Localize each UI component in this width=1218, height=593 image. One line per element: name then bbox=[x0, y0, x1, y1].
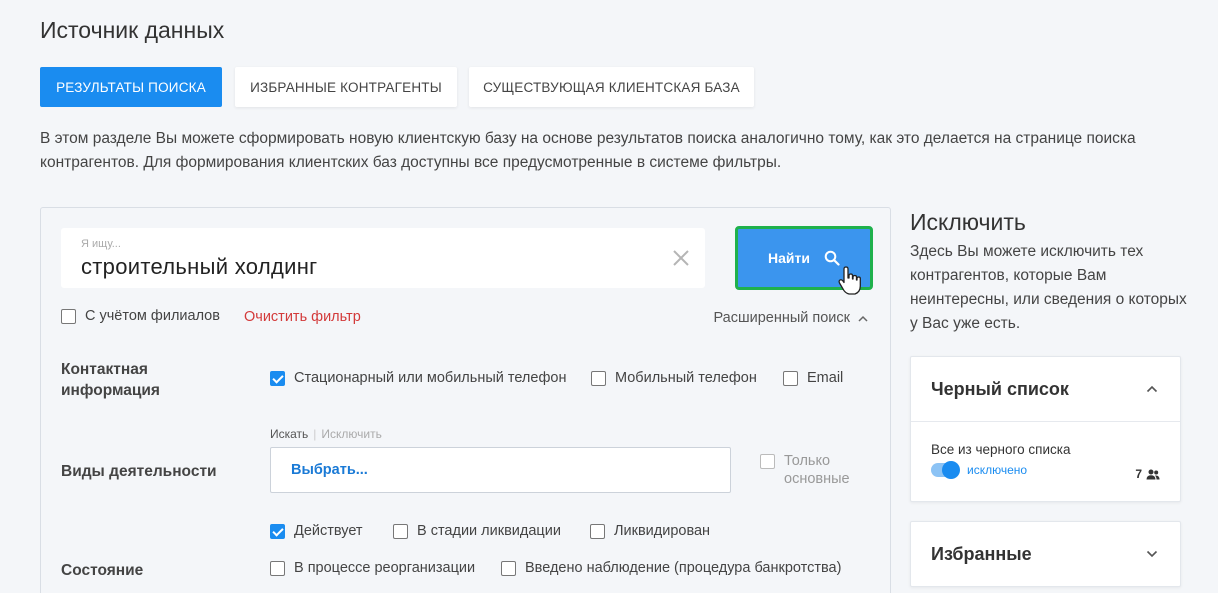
phone-checkbox[interactable] bbox=[270, 370, 285, 386]
branches-label: С учётом филиалов bbox=[85, 308, 220, 324]
favorites-card: Избранные bbox=[910, 521, 1181, 587]
exclude-description: Здесь Вы можете исключить тех контрагент… bbox=[910, 243, 1187, 332]
activities-select[interactable]: Выбрать... bbox=[270, 447, 731, 493]
search-input[interactable]: строительный холдинг bbox=[81, 254, 317, 280]
active-checkbox[interactable] bbox=[270, 523, 285, 539]
tab-search-results[interactable]: РЕЗУЛЬТАТЫ ПОИСКА bbox=[40, 67, 222, 107]
contact-info-label: Контактная информация bbox=[61, 361, 160, 399]
advanced-search-toggle[interactable]: Расширенный поиск bbox=[713, 310, 868, 326]
status-option-active[interactable]: Действует bbox=[270, 523, 363, 539]
contact-option-phone[interactable]: Стационарный или мобильный телефон bbox=[270, 370, 566, 386]
blacklist-toggle-label: исключено bbox=[967, 463, 1028, 477]
blacklist-body: Все из черного списка исключено 7 bbox=[911, 421, 1180, 501]
only-main-checkbox[interactable] bbox=[760, 454, 775, 469]
users-icon bbox=[1146, 469, 1160, 479]
liquidation-checkbox[interactable] bbox=[393, 523, 408, 539]
search-box[interactable]: Я ищу... строительный холдинг bbox=[61, 228, 705, 288]
favorites-header[interactable]: Избранные bbox=[911, 522, 1180, 586]
phone-label: Стационарный или мобильный телефон bbox=[294, 370, 567, 386]
mobile-checkbox[interactable] bbox=[591, 370, 606, 386]
blacklist-toggle[interactable] bbox=[931, 461, 960, 479]
status-option-liquidated[interactable]: Ликвидирован bbox=[590, 523, 710, 539]
only-main-option[interactable]: Только основные bbox=[760, 452, 864, 488]
contact-option-mobile[interactable]: Мобильный телефон bbox=[591, 370, 757, 386]
blacklist-card: Черный список Все из черного списка искл… bbox=[910, 356, 1181, 502]
activities-mode-switch: Искать | Исключить bbox=[270, 427, 382, 441]
only-main-label: Только основные bbox=[784, 453, 850, 487]
blacklist-header[interactable]: Черный список bbox=[911, 357, 1180, 421]
bankruptcy-label: Введено наблюдение (процедура банкротств… bbox=[525, 560, 842, 576]
find-button-label: Найти bbox=[768, 250, 810, 266]
close-icon[interactable] bbox=[669, 246, 693, 270]
status-option-bankruptcy[interactable]: Введено наблюдение (процедура банкротств… bbox=[501, 560, 841, 576]
blacklist-count: 7 bbox=[1135, 467, 1160, 481]
reorganization-label: В процессе реорганизации bbox=[294, 560, 476, 576]
liquidated-checkbox[interactable] bbox=[590, 523, 605, 539]
intro-text: В этом разделе Вы можете сформировать но… bbox=[40, 130, 1136, 171]
liquidated-label: Ликвидирован bbox=[614, 523, 711, 539]
status-label: Состояние bbox=[61, 562, 144, 579]
chevron-down-icon bbox=[1146, 550, 1158, 558]
tab-favorite-contractors[interactable]: ИЗБРАННЫЕ КОНТРАГЕНТЫ bbox=[235, 67, 457, 107]
reorganization-checkbox[interactable] bbox=[270, 560, 285, 576]
hand-cursor-icon bbox=[838, 266, 861, 295]
status-option-reorganization[interactable]: В процессе реорганизации bbox=[270, 560, 475, 576]
advanced-search-label: Расширенный поиск bbox=[713, 310, 850, 326]
clear-filter-link[interactable]: Очистить фильтр bbox=[244, 309, 361, 325]
email-label: Email bbox=[807, 370, 844, 386]
mobile-label: Мобильный телефон bbox=[615, 370, 757, 386]
liquidation-label: В стадии ликвидации bbox=[417, 523, 561, 539]
favorites-title: Избранные bbox=[931, 543, 1032, 564]
branches-option[interactable]: С учётом филиалов bbox=[61, 308, 220, 324]
bankruptcy-checkbox[interactable] bbox=[501, 560, 516, 576]
contact-option-email[interactable]: Email bbox=[783, 370, 843, 386]
mode-exclude[interactable]: Исключить bbox=[321, 427, 381, 441]
activities-label: Виды деятельности bbox=[61, 463, 217, 480]
status-option-liquidation[interactable]: В стадии ликвидации bbox=[393, 523, 561, 539]
tab-existing-client-base[interactable]: СУЩЕСТВУЮЩАЯ КЛИЕНТСКАЯ БАЗА bbox=[469, 67, 754, 107]
exclude-title: Исключить bbox=[910, 209, 1026, 235]
search-panel: Я ищу... строительный холдинг Найти С уч… bbox=[40, 207, 891, 593]
email-checkbox[interactable] bbox=[783, 370, 798, 386]
search-icon bbox=[824, 250, 840, 266]
chevron-up-icon bbox=[858, 315, 868, 322]
chevron-up-icon bbox=[1146, 385, 1158, 393]
blacklist-title: Черный список bbox=[931, 378, 1069, 399]
blacklist-count-value: 7 bbox=[1135, 467, 1142, 481]
page-title: Источник данных bbox=[40, 17, 225, 43]
branches-checkbox[interactable] bbox=[61, 308, 76, 324]
blacklist-item-label: Все из черного списка bbox=[931, 442, 1071, 457]
search-placeholder: Я ищу... bbox=[81, 238, 121, 250]
mode-search[interactable]: Искать bbox=[270, 427, 308, 441]
active-label: Действует bbox=[294, 523, 363, 539]
